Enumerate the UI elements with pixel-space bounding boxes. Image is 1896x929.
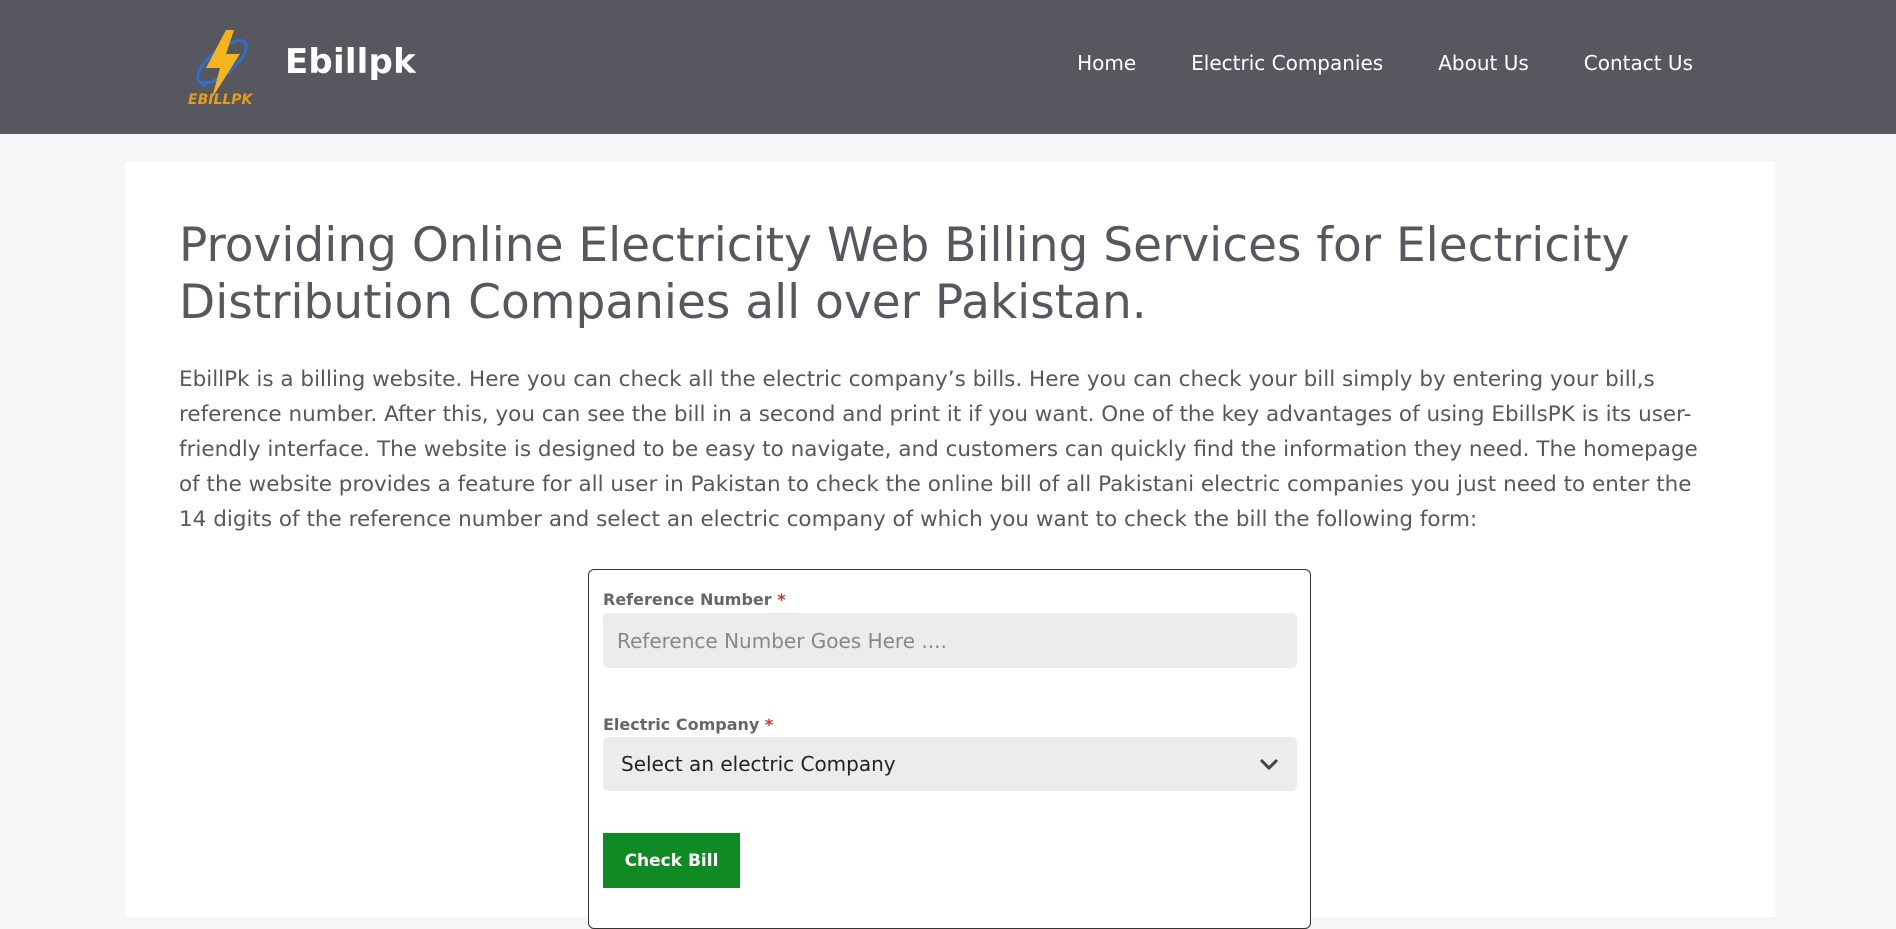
chevron-down-icon bbox=[1259, 758, 1279, 771]
electric-company-label: Electric Company * bbox=[603, 715, 774, 734]
site-title[interactable]: Ebillpk bbox=[285, 42, 416, 82]
main-nav: Home Electric Companies About Us Contact… bbox=[1077, 51, 1693, 75]
main-content: Providing Online Electricity Web Billing… bbox=[125, 162, 1775, 929]
svg-text:EBILLPK: EBILLPK bbox=[188, 92, 254, 108]
nav-contact-us[interactable]: Contact Us bbox=[1584, 51, 1693, 75]
logo-icon[interactable]: EBILLPK bbox=[186, 24, 258, 108]
required-marker: * bbox=[777, 590, 786, 609]
bill-check-form: Reference Number * Electric Company * Se… bbox=[588, 569, 1311, 929]
electric-company-select[interactable]: Select an electric Company bbox=[603, 737, 1297, 791]
check-bill-button[interactable]: Check Bill bbox=[603, 833, 740, 888]
page-headline: Providing Online Electricity Web Billing… bbox=[179, 218, 1630, 330]
site-header: EBILLPK Ebillpk Home Electric Companies … bbox=[0, 0, 1896, 134]
nav-electric-companies[interactable]: Electric Companies bbox=[1191, 51, 1383, 75]
required-marker: * bbox=[764, 715, 774, 734]
nav-about-us[interactable]: About Us bbox=[1438, 51, 1529, 75]
selected-company-value: Select an electric Company bbox=[621, 752, 896, 776]
intro-paragraph: EbillPk is a billing website. Here you c… bbox=[179, 367, 1698, 532]
reference-number-label: Reference Number * bbox=[603, 590, 786, 609]
nav-home[interactable]: Home bbox=[1077, 51, 1136, 75]
reference-number-input[interactable] bbox=[603, 613, 1297, 668]
